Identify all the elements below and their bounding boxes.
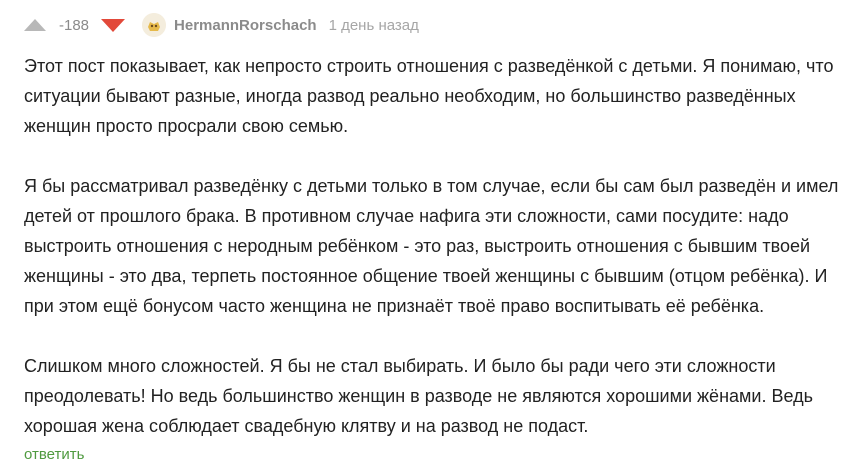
comment-paragraph: Слишком много сложностей. Я бы не стал в… — [24, 356, 813, 436]
rating-count: -188 — [59, 16, 90, 34]
comment: -188 HermannRorschach 1 день назад Этот … — [0, 0, 866, 471]
comment-paragraph: Я бы рассматривал разведёнку с детьми то… — [24, 176, 839, 316]
avatar[interactable] — [142, 13, 167, 37]
comment-paragraph: Этот пост показывает, как непросто строи… — [24, 56, 834, 136]
comment-body: Этот пост показывает, как непросто строи… — [24, 51, 844, 471]
comment-header: -188 HermannRorschach 1 день назад — [24, 12, 419, 38]
author-name[interactable]: HermannRorschach — [174, 17, 317, 34]
upvote-icon[interactable] — [24, 18, 46, 32]
downvote-icon[interactable] — [101, 18, 126, 32]
avatar-icon — [142, 13, 167, 37]
comment-timestamp: 1 день назад — [328, 16, 419, 34]
reply-link[interactable]: ответить — [24, 446, 84, 463]
